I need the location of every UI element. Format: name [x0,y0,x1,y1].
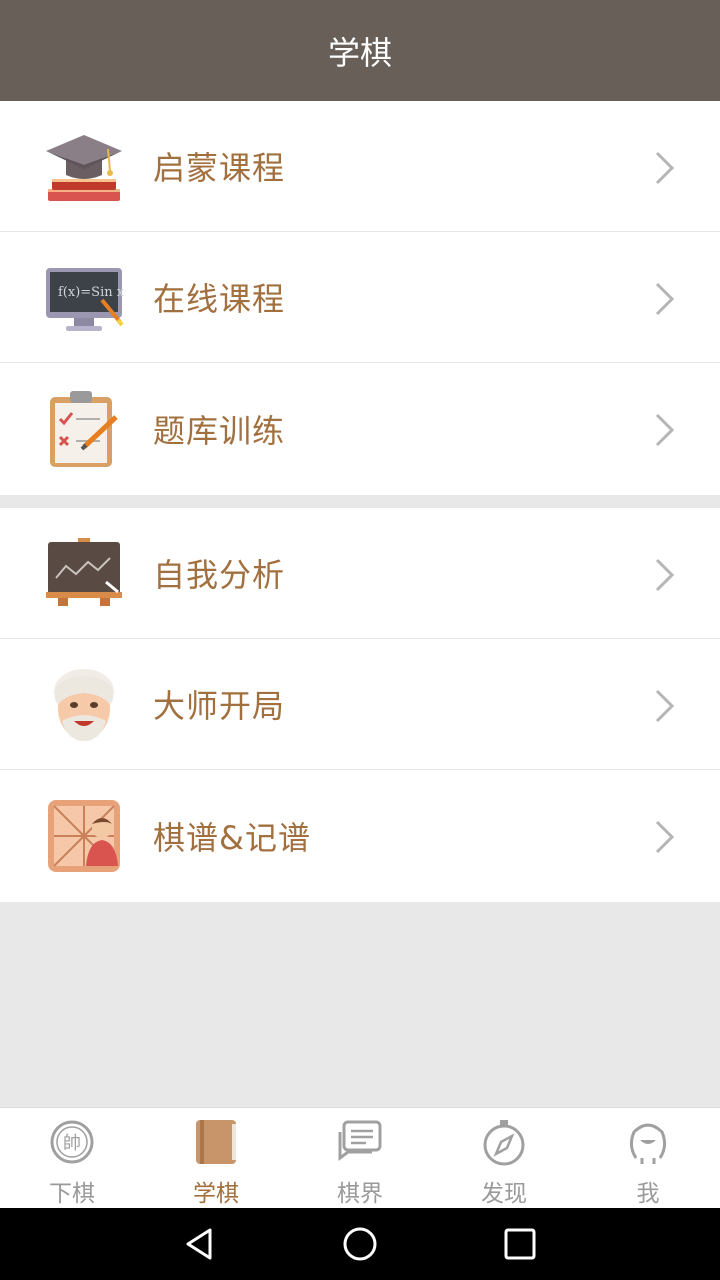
graduation-cap-icon [46,135,122,201]
menu-item-label: 题库训练 [153,411,286,450]
chevron-right-icon [655,282,675,316]
chevron-right-icon [655,820,675,854]
chevron-right-icon [655,151,675,185]
tab-me[interactable]: 我 [576,1108,720,1208]
bottom-tab-bar: 帥 下棋 学棋 棋界 发现 我 [0,1107,720,1208]
tab-label: 下棋 [49,1181,95,1207]
menu-group-tools: 自我分析 大师开局 棋谱&记谱 [0,508,720,902]
tab-label: 发现 [481,1181,527,1207]
menu-item-label: 大师开局 [153,687,286,725]
chevron-right-icon [655,413,675,447]
master-face-icon [54,669,114,741]
menu-item-online-course[interactable]: f(x)=Sin x 在线课程 [0,232,720,363]
recents-square-icon [504,1228,536,1260]
computer-icon: f(x)=Sin x [46,268,124,331]
chat-icon [338,1120,382,1161]
menu-item-label: 在线课程 [153,280,286,318]
clipboard-icon [50,391,118,467]
menu-item-game-records[interactable]: 棋谱&记谱 [0,770,720,901]
back-button[interactable] [120,1208,280,1280]
home-button[interactable] [280,1208,440,1280]
book-icon [196,1120,236,1164]
tab-play-chess[interactable]: 帥 下棋 [0,1108,144,1208]
home-circle-icon [343,1227,377,1261]
header-bar: 学棋 [0,0,720,101]
profile-icon [629,1123,667,1164]
menu-item-enlightenment-course[interactable]: 启蒙课程 [0,101,720,232]
tab-label: 学棋 [193,1181,239,1207]
menu-item-label: 自我分析 [153,556,286,594]
chessboard-person-icon [48,800,120,872]
menu-item-label: 启蒙课程 [153,149,286,187]
back-triangle-icon [186,1228,212,1260]
svg-text:帥: 帥 [63,1133,81,1154]
tab-label: 棋界 [337,1181,383,1207]
chevron-right-icon [655,689,675,723]
shuai-piece-icon: 帥 [50,1120,94,1164]
menu-item-master-opening[interactable]: 大师开局 [0,639,720,770]
chevron-right-icon [655,558,675,592]
menu-item-self-analysis[interactable]: 自我分析 [0,508,720,639]
recents-button[interactable] [440,1208,600,1280]
menu-item-question-bank[interactable]: 题库训练 [0,363,720,494]
menu-group-learning: 启蒙课程 f(x)=Sin x 在线课程 题库训练 [0,101,720,495]
page-title: 学棋 [327,33,392,72]
system-navigation-bar [0,1208,720,1280]
menu-item-label: 棋谱&记谱 [153,818,311,857]
svg-text:f(x)=Sin x: f(x)=Sin x [58,285,124,300]
tab-discover[interactable]: 发现 [432,1108,576,1208]
chart-board-icon [46,538,122,606]
tab-label: 我 [636,1181,660,1207]
tab-chess-world[interactable]: 棋界 [288,1108,432,1208]
tab-learn-chess[interactable]: 学棋 [144,1108,288,1208]
compass-icon [483,1120,525,1166]
